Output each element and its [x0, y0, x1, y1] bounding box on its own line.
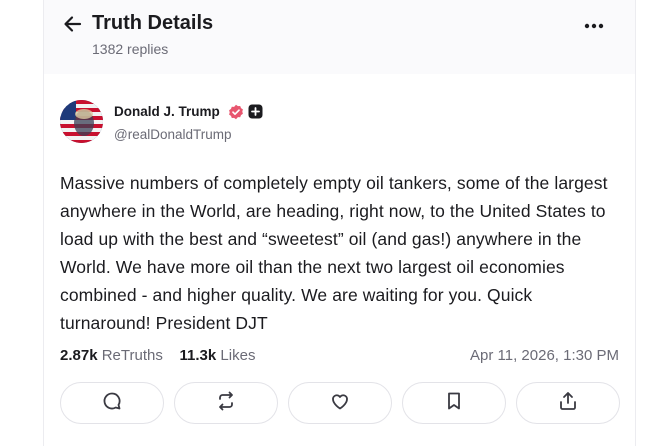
page-title: Truth Details	[92, 12, 214, 34]
likes-label[interactable]: Likes	[220, 347, 255, 364]
reply-button[interactable]	[60, 382, 164, 424]
header: Truth Details 1382 replies	[44, 0, 635, 74]
bookmark-icon	[443, 390, 465, 417]
author-handle[interactable]: @realDonaldTrump	[114, 127, 232, 142]
retruths-count[interactable]: 2.87k	[60, 347, 98, 364]
reply-icon	[101, 390, 123, 417]
likes-count[interactable]: 11.3k	[180, 347, 217, 364]
heart-icon	[329, 390, 351, 417]
verified-badge-icon	[228, 104, 244, 120]
like-button[interactable]	[288, 382, 392, 424]
share-button[interactable]	[516, 382, 620, 424]
more-dots-icon[interactable]	[582, 16, 606, 36]
back-arrow-icon[interactable]	[62, 13, 84, 35]
post-timestamp: Apr 11, 2026, 1:30 PM	[470, 347, 619, 364]
plus-badge-icon	[248, 104, 263, 119]
share-icon	[557, 390, 579, 417]
avatar[interactable]	[60, 100, 103, 143]
post-column: Truth Details 1382 replies Donald J. Tru…	[43, 0, 636, 446]
retruth-icon	[215, 390, 237, 417]
author-name[interactable]: Donald J. Trump	[114, 104, 220, 119]
retruth-button[interactable]	[174, 382, 278, 424]
post-body: Massive numbers of completely empty oil …	[60, 173, 608, 333]
replies-count: 1382 replies	[92, 41, 169, 57]
post-stats: 2.87k ReTruths 11.3k Likes	[60, 347, 255, 364]
retruths-label[interactable]: ReTruths	[102, 347, 163, 364]
bookmark-button[interactable]	[402, 382, 506, 424]
